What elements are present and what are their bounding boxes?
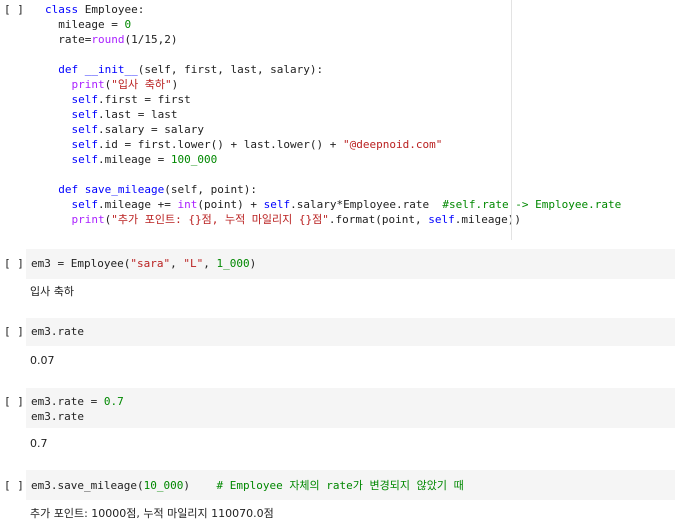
code-cell-rate[interactable]: [ ] em3.rate 0.07	[0, 318, 675, 378]
code-line: self.first = first	[71, 93, 191, 106]
code-input[interactable]: em3 = Employee("sara", "L", 1_000)	[26, 249, 675, 279]
code-line: em3.rate	[31, 410, 84, 423]
cell-prompt: [ ]	[4, 3, 24, 16]
code-line: def save_mileage(self, point):	[45, 183, 257, 196]
cell-output: 0.7	[30, 437, 48, 450]
code-line: self.id = first.lower() + last.lower() +…	[71, 138, 443, 151]
cell-prompt: [ ]	[4, 325, 24, 338]
cell-output: 0.07	[30, 354, 55, 367]
code-input[interactable]: em3.rate = 0.7 em3.rate	[26, 388, 675, 428]
code-line: def __init__(self, first, last, salary):	[45, 63, 324, 76]
code-line: print("추가 포인트: {}점, 누적 마일리지 {}점".format(…	[71, 213, 521, 226]
code-line: self.mileage = 100_000	[71, 153, 218, 166]
code-line: self.last = last	[71, 108, 178, 121]
code-cell-save-mileage[interactable]: [ ] em3.save_mileage(10_000) # Employee …	[0, 470, 675, 522]
code-line: class Employee:	[45, 3, 145, 16]
code-line: mileage = 0	[45, 18, 132, 31]
code-line: em3.save_mileage(10_000) # Employee 자체의 …	[31, 479, 464, 492]
code-input[interactable]: em3.save_mileage(10_000) # Employee 자체의 …	[26, 470, 675, 500]
code-line: print("입사 축하")	[71, 78, 179, 91]
code-line: em3.rate = 0.7	[31, 395, 124, 408]
cell-output: 추가 포인트: 10000점, 누적 마일리지 110070.0점	[30, 507, 274, 520]
ruler-line	[511, 0, 512, 240]
code-line: rate=round(1/15,2)	[45, 33, 178, 46]
cell-prompt: [ ]	[4, 257, 24, 270]
code-cell-class-definition[interactable]: [ ] class Employee: mileage = 0 rate=rou…	[0, 0, 675, 240]
code-line: em3.rate	[31, 325, 84, 338]
code-cell-set-rate[interactable]: [ ] em3.rate = 0.7 em3.rate 0.7	[0, 388, 675, 458]
code-line: self.mileage += int(point) + self.salary…	[71, 198, 622, 211]
cell-prompt: [ ]	[4, 395, 24, 408]
code-line: em3 = Employee("sara", "L", 1_000)	[31, 257, 257, 270]
cell-output: 입사 축하	[30, 285, 74, 298]
cell-prompt: [ ]	[4, 479, 24, 492]
code-input[interactable]: em3.rate	[26, 318, 675, 346]
code-input[interactable]: class Employee: mileage = 0 rate=round(1…	[26, 0, 675, 240]
code-line: self.salary = salary	[71, 123, 204, 136]
code-cell-create-employee[interactable]: [ ] em3 = Employee("sara", "L", 1_000) 입…	[0, 249, 675, 309]
